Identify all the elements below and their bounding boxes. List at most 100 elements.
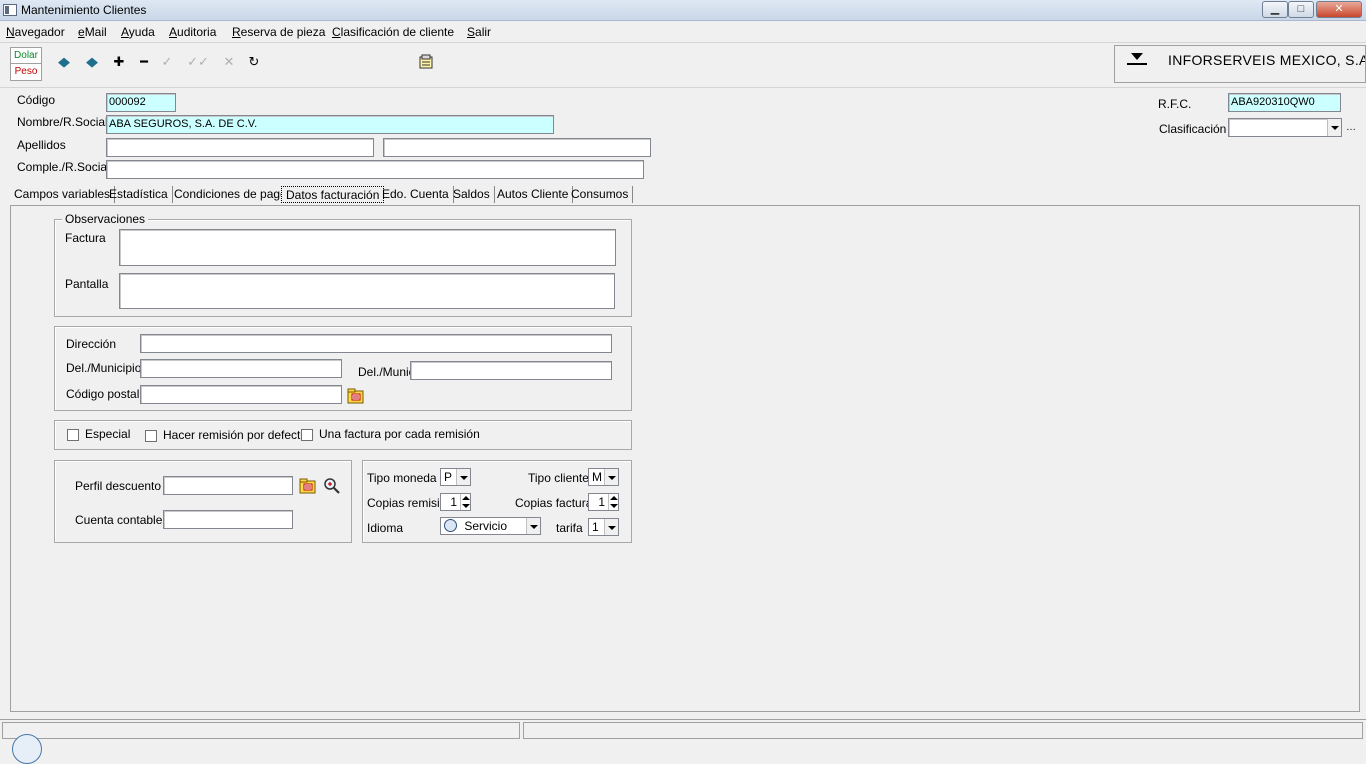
- idioma-label: Idioma: [367, 521, 404, 535]
- chevron-down-icon[interactable]: [604, 469, 618, 485]
- lookup-perfil-icon[interactable]: [299, 478, 317, 494]
- rfc-field[interactable]: ABA920310QW0: [1228, 93, 1341, 112]
- menu-salir[interactable]: Salir: [467, 25, 491, 39]
- tab-saldos[interactable]: Saldos: [449, 186, 495, 203]
- spinner-arrows-icon[interactable]: [608, 494, 618, 510]
- refresh-icon[interactable]: ↻: [245, 53, 263, 71]
- spinner-arrows-icon[interactable]: [460, 494, 470, 510]
- confirm-icon[interactable]: ✓: [158, 53, 176, 71]
- tipo-cliente-value: M: [592, 470, 602, 484]
- chevron-down-icon[interactable]: [1127, 51, 1147, 65]
- pantalla-textarea[interactable]: [119, 273, 615, 309]
- tarifa-label: tarifa: [556, 521, 583, 535]
- chevron-down-icon[interactable]: [604, 519, 618, 535]
- direccion-label: Dirección: [66, 337, 117, 351]
- una-factura-checkbox[interactable]: [301, 429, 313, 441]
- status-bar: [0, 719, 1366, 764]
- confirm-all-icon[interactable]: ✓✓: [183, 53, 213, 71]
- menu-ayuda[interactable]: Ayuda: [121, 25, 155, 39]
- tab-strip: Campos variables Estadística Condiciones…: [10, 184, 634, 204]
- tab-edo-cuenta[interactable]: Edo. Cuenta: [378, 186, 454, 203]
- cuenta-contable-field[interactable]: [163, 510, 293, 529]
- copias-factura-value: 1: [598, 495, 605, 509]
- hacer-remision-label: Hacer remisión por defecto: [163, 428, 308, 442]
- municipio-field[interactable]: [140, 359, 342, 378]
- app-icon: [3, 4, 17, 16]
- menu-auditoria[interactable]: Auditoria: [169, 25, 216, 39]
- maximize-button[interactable]: □: [1288, 1, 1314, 18]
- chevron-down-icon[interactable]: [1327, 119, 1341, 136]
- menu-clasificacion-cliente[interactable]: Clasificación de cliente: [332, 25, 454, 39]
- company-selector[interactable]: INFORSERVEIS MEXICO, S.A: [1114, 45, 1366, 83]
- tipo-moneda-select[interactable]: P: [440, 468, 471, 486]
- apellido2-field[interactable]: [383, 138, 651, 157]
- tipo-cliente-label: Tipo cliente: [528, 471, 589, 485]
- clasificacion-select[interactable]: [1228, 118, 1342, 137]
- copias-remision-value: 1: [450, 495, 457, 509]
- currency-toggle[interactable]: Dolar Peso: [10, 47, 42, 81]
- menu-email[interactable]: eMail: [78, 25, 107, 39]
- copias-factura-label: Copias factura: [515, 496, 593, 510]
- lookup-postal-icon[interactable]: [347, 388, 365, 404]
- perfil-descuento-field[interactable]: [163, 476, 293, 495]
- status-pane-right: [523, 722, 1363, 739]
- currency-peso[interactable]: Peso: [11, 64, 41, 80]
- tarifa-select[interactable]: 1: [588, 518, 619, 536]
- minimize-icon: ▁: [1270, 3, 1280, 15]
- cancel-icon[interactable]: ✕: [220, 53, 238, 71]
- chevron-down-icon[interactable]: [456, 469, 470, 485]
- tab-condiciones-pago[interactable]: Condiciones de pago: [170, 186, 292, 203]
- report-icon[interactable]: [418, 54, 434, 70]
- especial-checkbox[interactable]: [67, 429, 79, 441]
- menu-bar: Navegador eMail Ayuda Auditoria Reserva …: [0, 22, 1366, 42]
- municipio2-label: Del./Munic: [358, 365, 415, 379]
- tab-campos-variables[interactable]: Campos variables: [10, 186, 116, 203]
- codigo-field[interactable]: 000092: [106, 93, 176, 112]
- add-record-icon[interactable]: ✚: [110, 53, 128, 71]
- codigo-postal-field[interactable]: [140, 385, 342, 404]
- especial-label: Especial: [85, 427, 131, 441]
- descuento-group: [54, 460, 352, 543]
- apellidos-label: Apellidos: [17, 138, 66, 152]
- tab-consumos[interactable]: Consumos: [567, 186, 634, 203]
- cuenta-contable-label: Cuenta contable: [75, 513, 163, 527]
- clasificacion-label: Clasificación: [1159, 122, 1227, 136]
- maximize-icon: □: [1297, 3, 1305, 15]
- search-icon[interactable]: [323, 477, 341, 495]
- delete-record-icon[interactable]: ━: [135, 53, 153, 71]
- pantalla-label: Pantalla: [65, 277, 109, 291]
- direccion-field[interactable]: [140, 334, 612, 353]
- copias-remision-spinner[interactable]: 1: [440, 493, 471, 511]
- comple-field[interactable]: [106, 160, 644, 179]
- perfil-descuento-label: Perfil descuento: [75, 479, 162, 493]
- menu-reserva-pieza[interactable]: Reserva de pieza: [232, 25, 325, 39]
- factura-textarea[interactable]: [119, 229, 616, 266]
- observaciones-title: Observaciones: [62, 212, 149, 226]
- minimize-button[interactable]: ▁: [1262, 1, 1288, 18]
- nombre-label: Nombre/R.Social: [17, 115, 108, 129]
- prev-record-icon[interactable]: ◆: [53, 53, 75, 71]
- globe-icon: [12, 734, 42, 764]
- currency-dolar[interactable]: Dolar: [11, 48, 41, 64]
- tab-estadistica[interactable]: Estadística: [105, 186, 173, 203]
- nombre-field[interactable]: ABA SEGUROS, S.A. DE C.V.: [106, 115, 554, 134]
- status-pane-left: [2, 722, 520, 739]
- next-record-icon[interactable]: ◆: [81, 53, 103, 71]
- tab-datos-facturacion[interactable]: Datos facturación: [281, 186, 385, 203]
- idioma-value: Servicio: [464, 519, 508, 533]
- copias-factura-spinner[interactable]: 1: [588, 493, 619, 511]
- municipio2-field[interactable]: [410, 361, 612, 380]
- apellido1-field[interactable]: [106, 138, 374, 157]
- hacer-remision-checkbox[interactable]: [145, 430, 157, 442]
- close-button[interactable]: ✕: [1316, 1, 1362, 18]
- factura-label: Factura: [65, 231, 106, 245]
- ellipsis-button[interactable]: …: [1346, 122, 1356, 133]
- tipo-cliente-select[interactable]: M: [588, 468, 619, 486]
- idioma-select[interactable]: Servicio: [440, 517, 541, 535]
- chevron-down-icon[interactable]: [526, 518, 540, 534]
- window-title: Mantenimiento Clientes: [21, 3, 147, 17]
- tab-autos-cliente[interactable]: Autos Cliente: [493, 186, 574, 203]
- comple-label: Comple./R.Social: [17, 160, 110, 174]
- close-icon: ✕: [1334, 3, 1344, 15]
- menu-navegador[interactable]: Navegador: [6, 25, 65, 39]
